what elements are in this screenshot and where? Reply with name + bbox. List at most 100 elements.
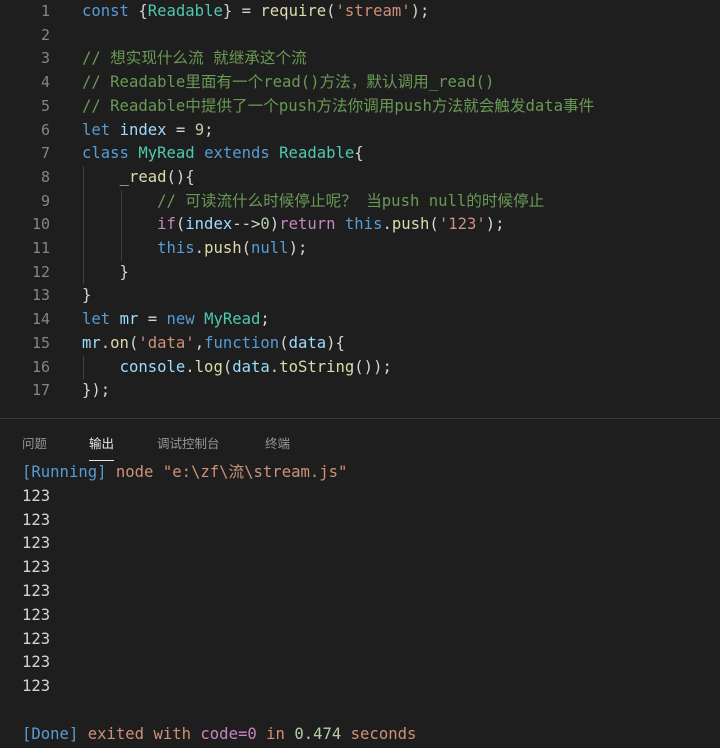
running-command: node "e:\zf\流\stream.js" xyxy=(106,463,348,481)
output-line: 123 xyxy=(22,534,51,553)
code-line[interactable]: 3 // 想实现什么流 就继承这个流 xyxy=(0,47,720,71)
code-text: if(index-->0)return this.push('123'); xyxy=(82,213,504,237)
code-token: mr xyxy=(82,333,101,352)
code-line[interactable]: 12 } xyxy=(0,261,720,285)
code-text: class MyRead extends Readable{ xyxy=(82,142,364,166)
code-token: data xyxy=(232,357,270,376)
code-text: // Readable中提供了一个push方法你调用push方法就会触发data… xyxy=(82,95,594,119)
code-text: // 想实现什么流 就继承这个流 xyxy=(82,47,307,71)
code-text: mr.on('data',function(data){ xyxy=(82,332,345,356)
code-token: 9 xyxy=(194,120,205,139)
code-line[interactable]: 17}); xyxy=(0,379,720,403)
code-text: } xyxy=(82,261,129,285)
code-line[interactable]: 10 if(index-->0)return this.push('123'); xyxy=(0,213,720,237)
code-token: { xyxy=(138,2,148,20)
line-number: 10 xyxy=(31,215,50,234)
tab-output[interactable]: 输出 xyxy=(89,433,115,461)
code-line[interactable]: 4 // Readable里面有一个read()方法，默认调用_read() xyxy=(0,71,720,95)
code-token: ( xyxy=(241,239,252,257)
code-token: = xyxy=(138,310,167,329)
code-line[interactable]: 8 _read(){ xyxy=(0,166,720,190)
code-text: const {Readable} = require('stream'); xyxy=(82,0,429,24)
output-line: 123 xyxy=(22,677,51,696)
code-line[interactable]: 9 // 可读流什么时候停止呢？ 当push null的时候停止 xyxy=(0,190,720,214)
code-token: --> xyxy=(232,215,261,234)
output-line: 123 xyxy=(22,629,51,648)
code-line[interactable]: 7 class MyRead extends Readable{ xyxy=(0,142,720,166)
line-number: 16 xyxy=(31,357,50,376)
line-number: 15 xyxy=(31,333,50,352)
code-token: (){ xyxy=(166,167,195,186)
code-token: return xyxy=(279,215,345,234)
code-token: // 想实现什么流 就继承这个流 xyxy=(82,49,307,68)
tab-debug-console[interactable]: 调试控制台 xyxy=(157,433,220,452)
output-lines: 123 123 123 123 123 123 123 123 123 xyxy=(22,485,416,699)
line-number: 3 xyxy=(40,49,50,68)
tab-problems[interactable]: 问题 xyxy=(22,433,47,452)
code-token: } = xyxy=(222,2,261,20)
output-content[interactable]: [Running] node "e:\zf\流\stream.js" 123 12… xyxy=(22,461,416,747)
code-line[interactable]: 13} xyxy=(0,284,720,308)
code-token: this xyxy=(157,239,195,257)
code-token: // 可读流什么时候停止呢？ 当push null的时候停止 xyxy=(157,191,545,210)
code-token: push xyxy=(391,215,430,234)
code-line[interactable]: 2 xyxy=(0,24,720,48)
code-token: ( xyxy=(279,333,289,352)
code-line[interactable]: 11 this.push(null); xyxy=(0,237,720,261)
exit-code: code=0 xyxy=(200,724,257,743)
code-line[interactable]: 15 mr.on('data',function(data){ xyxy=(0,332,720,356)
code-text: // 可读流什么时候停止呢？ 当push null的时候停止 xyxy=(82,190,544,214)
code-token: extends xyxy=(204,144,280,163)
code-token: data xyxy=(288,333,327,352)
code-token: on xyxy=(110,333,129,352)
code-token: . xyxy=(382,215,392,234)
code-token: '123' xyxy=(438,215,486,234)
line-number: 11 xyxy=(31,239,50,257)
code-token: 0 xyxy=(260,215,270,234)
code-token: MyRead xyxy=(204,310,261,329)
code-token: ){ xyxy=(326,333,345,352)
tab-terminal[interactable]: 终端 xyxy=(265,433,290,452)
code-line[interactable]: 16 console.log(data.toString()); xyxy=(0,356,720,380)
code-token: ( xyxy=(128,333,139,352)
output-blank-line xyxy=(22,699,416,723)
code-token: . xyxy=(194,239,205,257)
code-editor[interactable]: 1 const {Readable} = require('stream'); 2 3… xyxy=(0,0,720,414)
output-done-line: [Done] exited with code=0 in 0.474 secon… xyxy=(22,723,416,747)
code-line[interactable]: 1 const {Readable} = require('stream'); xyxy=(0,0,720,24)
code-token: require xyxy=(260,2,327,20)
code-token: const xyxy=(82,2,139,20)
output-line: 123 xyxy=(22,605,51,624)
code-token: ); xyxy=(288,239,308,257)
done-text: seconds xyxy=(341,724,417,743)
code-token: Readable xyxy=(147,2,223,20)
line-number: 14 xyxy=(31,310,50,329)
code-token: ( xyxy=(429,215,439,234)
line-number: 5 xyxy=(40,96,50,115)
output-line: 123 xyxy=(22,486,51,505)
code-text: } xyxy=(82,284,91,308)
code-token: toString xyxy=(279,357,355,376)
code-text: this.push(null); xyxy=(82,237,307,261)
code-line[interactable]: 14 let mr = new MyRead; xyxy=(0,308,720,332)
code-token: . xyxy=(269,357,280,376)
code-token: MyRead xyxy=(138,144,205,163)
code-text: let mr = new MyRead; xyxy=(82,308,270,332)
code-token: ( xyxy=(326,2,336,20)
code-token: . xyxy=(100,333,111,352)
code-token: . xyxy=(185,357,195,376)
code-token: // Readable里面有一个read()方法，默认调用_read() xyxy=(82,73,495,92)
output-line: 123 xyxy=(22,558,51,577)
code-token: ; xyxy=(204,120,214,139)
code-line[interactable]: 6 let index = 9; xyxy=(0,119,720,143)
panel-tabs: 问题 输出 调试控制台 终端 xyxy=(0,419,720,463)
code-token: ()); xyxy=(354,357,392,376)
code-line[interactable]: 5 // Readable中提供了一个push方法你调用push方法就会触发dat… xyxy=(0,95,720,119)
code-token: function xyxy=(204,333,280,352)
code-token: let xyxy=(82,310,120,329)
